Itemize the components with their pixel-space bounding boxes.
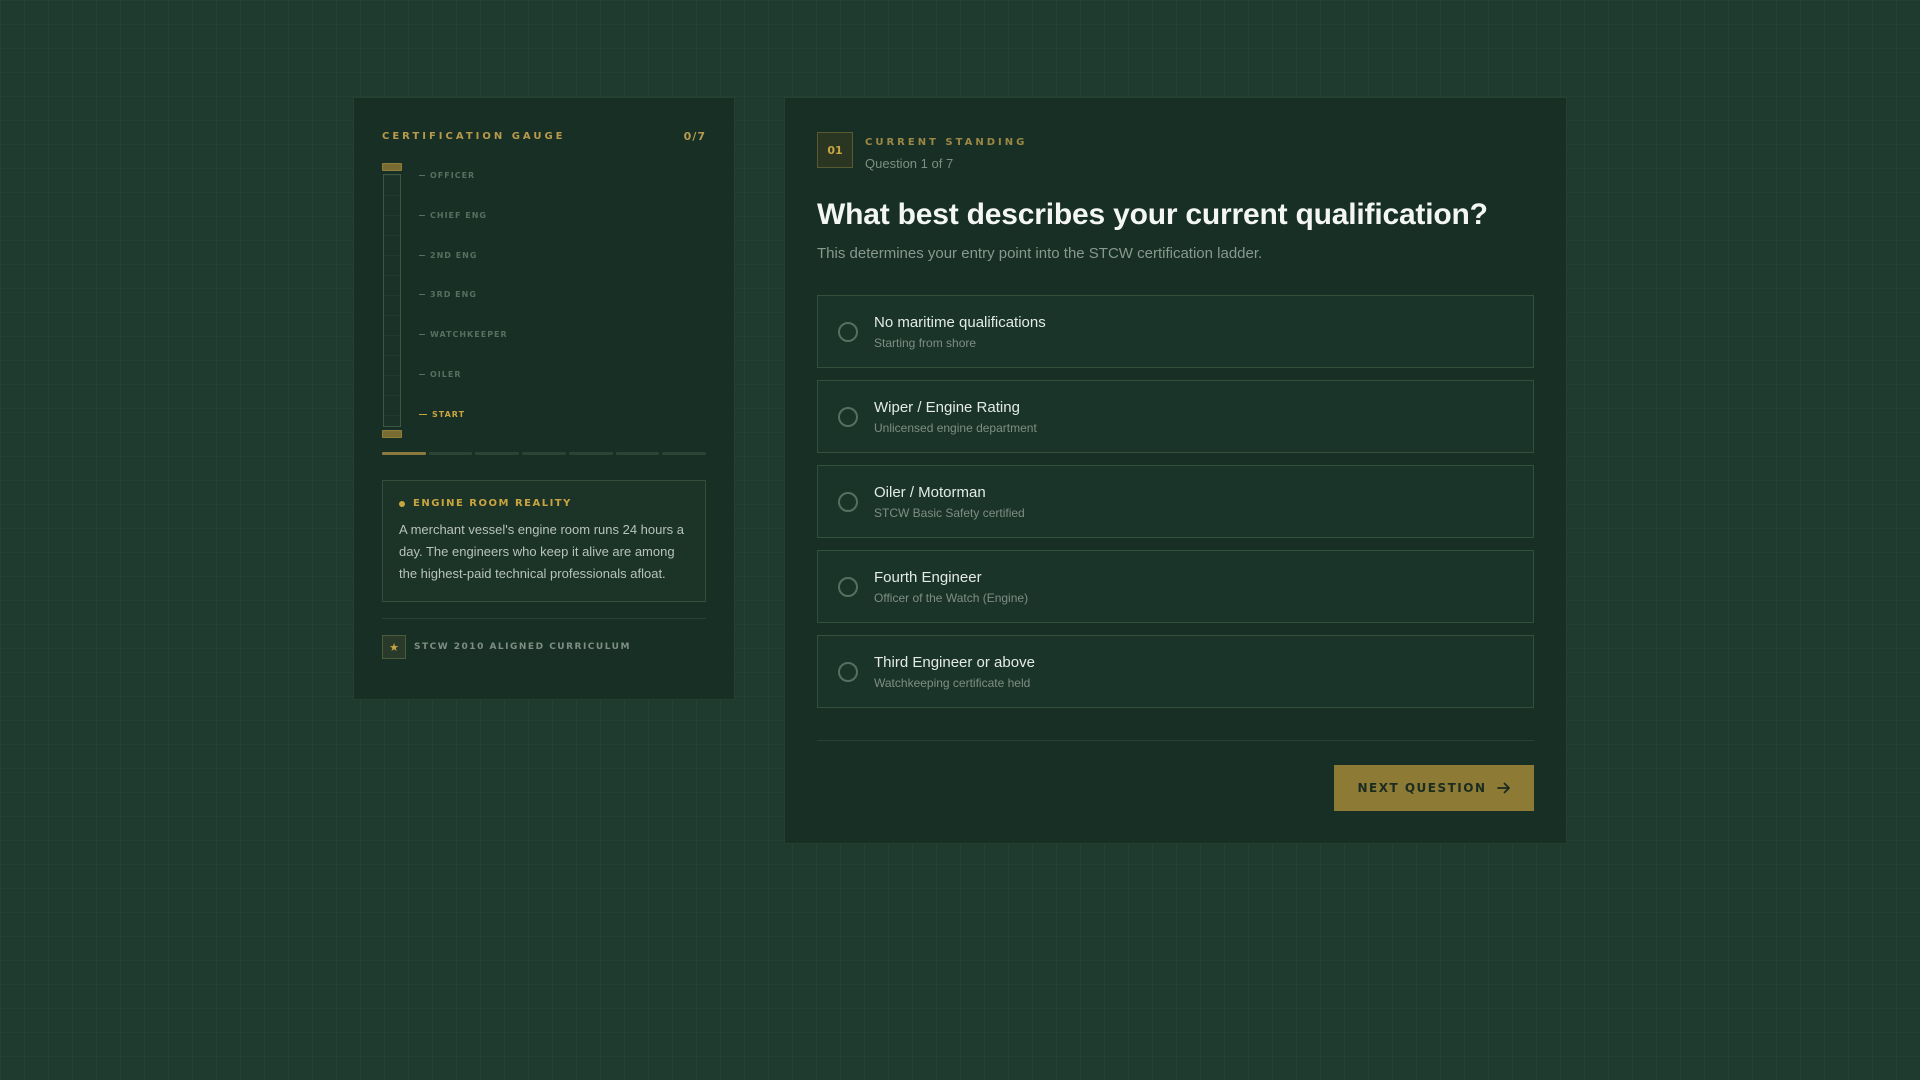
answer-options: No maritime qualifications Starting from… — [817, 295, 1534, 708]
question-title: What best describes your current qualifi… — [817, 198, 1488, 231]
progress-segment — [522, 452, 566, 455]
progress-segment — [475, 452, 520, 455]
radio-button[interactable] — [838, 321, 858, 342]
option-text: Fourth Engineer Officer of the Watch (En… — [874, 569, 1028, 605]
progress-segment — [428, 452, 473, 455]
rung-chief-eng: CHIEF ENG — [419, 211, 487, 220]
rung-tick — [419, 215, 425, 216]
option-description: Starting from shore — [874, 335, 977, 350]
option-title: Third Engineer or above — [874, 653, 1035, 671]
quiz-footer: NEXT QUESTION — [817, 765, 1534, 811]
standing-text: CURRENT STANDING Question 1 of 7 — [865, 132, 1027, 171]
curriculum-footer: ★ STCW 2010 ALIGNED CURRICULUM — [382, 635, 706, 659]
option-fourth-engineer[interactable]: Fourth Engineer Officer of the Watch (En… — [817, 550, 1534, 623]
rung-2nd-eng: 2ND ENG — [419, 251, 477, 260]
option-description: Unlicensed engine department — [874, 420, 1037, 435]
gauge-header: CERTIFICATION GAUGE 0/7 — [382, 126, 706, 146]
rung-tick — [419, 334, 425, 335]
option-text: Third Engineer or above Watchkeeping cer… — [874, 654, 1035, 690]
arrow-right-icon — [1496, 781, 1511, 795]
rung-label: WATCHKEEPER — [430, 330, 508, 339]
option-title: Wiper / Engine Rating — [874, 398, 1020, 416]
option-description: STCW Basic Safety certified — [874, 505, 1025, 520]
divider — [817, 740, 1534, 741]
rung-label: START — [432, 410, 466, 419]
fact-title: ENGINE ROOM REALITY — [413, 498, 572, 509]
rung-start: START — [419, 410, 465, 419]
gauge-tube — [383, 174, 401, 427]
radio-button[interactable] — [838, 406, 858, 427]
option-title: Fourth Engineer — [874, 568, 982, 586]
rung-label: 3RD ENG — [430, 290, 477, 299]
rung-tick — [419, 175, 425, 176]
rung-tick — [419, 255, 425, 256]
option-oiler-motorman[interactable]: Oiler / Motorman STCW Basic Safety certi… — [817, 465, 1534, 538]
option-wiper-engine-rating[interactable]: Wiper / Engine Rating Unlicensed engine … — [817, 380, 1534, 453]
rung-label: OILER — [430, 370, 462, 379]
progress-segment — [568, 452, 613, 455]
rung-watchkeeper: WATCHKEEPER — [419, 330, 508, 339]
rung-tick — [419, 294, 425, 295]
radio-button[interactable] — [838, 576, 858, 597]
bullet-dot-icon — [399, 500, 405, 507]
progress-segments — [382, 452, 707, 455]
rung-officer: OFFICER — [419, 171, 475, 180]
engine-room-fact-card: ENGINE ROOM REALITY A merchant vessel's … — [382, 480, 706, 602]
rung-label: OFFICER — [430, 171, 476, 180]
gauge-tube-top-cap — [382, 163, 402, 171]
rung-tick — [419, 414, 427, 415]
question-panel: 01 CURRENT STANDING Question 1 of 7 What… — [784, 97, 1567, 844]
option-description: Officer of the Watch (Engine) — [874, 590, 1029, 605]
radio-button[interactable] — [838, 491, 858, 512]
current-standing: 01 CURRENT STANDING Question 1 of 7 — [817, 132, 1534, 171]
option-text: Oiler / Motorman STCW Basic Safety certi… — [874, 484, 1025, 520]
option-title: No maritime qualifications — [874, 313, 1046, 331]
rung-label: CHIEF ENG — [430, 211, 487, 220]
radio-button[interactable] — [838, 661, 858, 682]
question-subtitle: This determines your entry point into th… — [817, 245, 1263, 262]
option-description: Watchkeeping certificate held — [874, 675, 1031, 690]
rung-3rd-eng: 3RD ENG — [419, 290, 477, 299]
rung-tick — [419, 374, 425, 375]
gauge-count: 0/7 — [683, 129, 706, 143]
option-no-maritime-qualifications[interactable]: No maritime qualifications Starting from… — [817, 295, 1534, 368]
question-counter: Question 1 of 7 — [865, 156, 954, 171]
next-question-label: NEXT QUESTION — [1357, 781, 1487, 795]
option-title: Oiler / Motorman — [874, 483, 986, 501]
option-third-engineer-or-above[interactable]: Third Engineer or above Watchkeeping cer… — [817, 635, 1534, 708]
next-question-button[interactable]: NEXT QUESTION — [1334, 765, 1534, 811]
standing-label: CURRENT STANDING — [865, 137, 1028, 148]
gauge-title: CERTIFICATION GAUGE — [382, 130, 566, 142]
curriculum-text: STCW 2010 ALIGNED CURRICULUM — [414, 642, 631, 652]
gauge-tube-bottom-cap — [382, 430, 402, 438]
progress-segment — [382, 452, 426, 455]
gauge-ladder: OFFICER CHIEF ENG 2ND ENG 3RD ENG WATCHK… — [382, 163, 706, 443]
fact-text: A merchant vessel's engine room runs 24 … — [399, 522, 685, 581]
star-icon: ★ — [382, 635, 406, 659]
option-text: Wiper / Engine Rating Unlicensed engine … — [874, 399, 1037, 435]
progress-segment — [615, 452, 660, 455]
question-number-badge: 01 — [817, 132, 853, 168]
certification-gauge-panel: CERTIFICATION GAUGE 0/7 OFFICER CHIEF EN… — [353, 97, 735, 700]
rung-oiler: OILER — [419, 370, 462, 379]
option-text: No maritime qualifications Starting from… — [874, 314, 1046, 350]
fact-header: ENGINE ROOM REALITY — [399, 498, 689, 509]
rung-label: 2ND ENG — [430, 251, 478, 260]
divider — [382, 618, 706, 619]
progress-segment — [662, 452, 707, 455]
